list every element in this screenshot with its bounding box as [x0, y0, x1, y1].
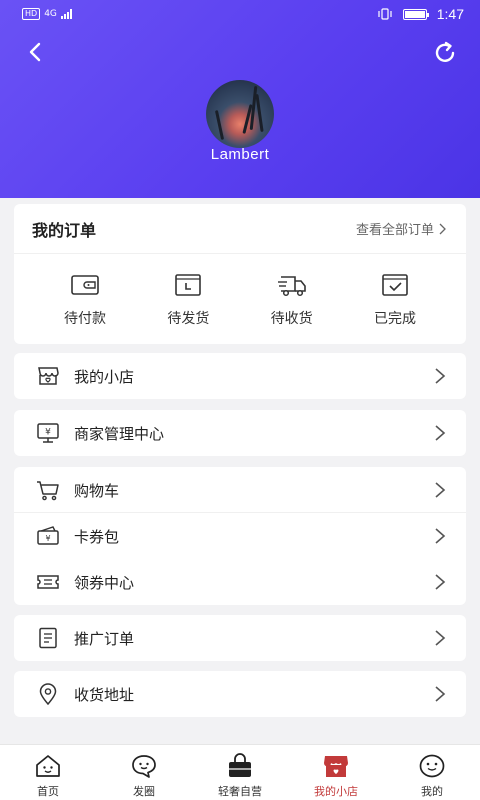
status-time: 1:47 [436, 6, 464, 22]
order-pending-shipment[interactable]: 待发货 [143, 272, 233, 328]
card-wallet-icon: ¥ [36, 525, 60, 547]
orders-title: 我的订单 [32, 220, 97, 240]
menu-item-cart[interactable]: 购物车 [14, 467, 466, 513]
chevron-right-icon [435, 686, 446, 702]
orders-card: 我的订单 查看全部订单 待付款 待发货 待收货 已完成 [14, 204, 466, 344]
menu-item-label: 购物车 [74, 481, 120, 500]
menu-item-label: 收货地址 [74, 685, 135, 704]
menu-item-label: 卡券包 [74, 527, 120, 546]
order-item-label: 待收货 [270, 311, 313, 327]
chevron-right-icon [435, 482, 446, 498]
tab-home[interactable]: 首页 [0, 745, 96, 800]
menu-item-label: 商家管理中心 [74, 424, 165, 443]
document-icon [36, 627, 60, 649]
store-icon [324, 756, 348, 777]
clock-box-icon [175, 274, 202, 296]
order-pending-receipt[interactable]: 待收货 [247, 272, 337, 328]
chevron-right-icon [435, 368, 446, 384]
tab-mine[interactable]: 我的 [384, 745, 480, 800]
status-right: 1:47 [377, 6, 464, 22]
order-status-row: 待付款 待发货 待收货 已完成 [14, 254, 466, 328]
orders-header: 我的订单 查看全部订单 [14, 204, 466, 254]
coupon-icon [36, 571, 60, 593]
svg-text:¥: ¥ [45, 534, 50, 543]
menu-item-coupon-center[interactable]: 领券中心 [14, 559, 466, 605]
menu-item-label: 领券中心 [74, 573, 135, 592]
tab-label: 首页 [37, 785, 59, 798]
vibrate-icon [378, 8, 392, 20]
menu-item-my-shop[interactable]: 我的小店 [14, 353, 466, 399]
view-all-orders-link[interactable]: 查看全部订单 [356, 219, 446, 238]
chevron-right-icon [435, 425, 446, 441]
refresh-button[interactable] [432, 40, 458, 66]
profile-header: HD 4G 1:47 Lambert [0, 0, 480, 198]
menu-group-address: 收货地址 [14, 671, 466, 717]
bottom-tab-bar: 首页 发圈 轻奢自营 我的小店 我的 [0, 744, 480, 800]
tab-label: 我的小店 [314, 785, 358, 798]
tab-label: 发圈 [133, 785, 155, 798]
tab-moments[interactable]: 发圈 [96, 745, 192, 800]
avatar[interactable] [206, 80, 274, 148]
order-item-label: 待付款 [64, 311, 106, 327]
menu-group-wallet: 购物车 ¥ 卡券包 领券中心 [14, 467, 466, 605]
signal-icon [60, 9, 72, 19]
menu-group-shop: 我的小店 [14, 353, 466, 399]
battery-icon [402, 8, 429, 20]
menu-item-label: 推广订单 [74, 629, 135, 648]
menu-group-merchant: ¥ 商家管理中心 [14, 410, 466, 456]
back-button[interactable] [24, 40, 48, 64]
monitor-yen-icon: ¥ [36, 422, 60, 444]
chevron-right-icon [435, 630, 446, 646]
check-box-icon [382, 274, 408, 296]
smiley-icon [419, 754, 445, 778]
chevron-right-icon [435, 574, 446, 590]
menu-item-label: 我的小店 [74, 367, 135, 386]
order-item-label: 已完成 [373, 311, 416, 327]
location-pin-icon [36, 683, 60, 705]
chevron-right-icon [439, 223, 446, 234]
svg-text:¥: ¥ [45, 428, 51, 438]
status-bar: HD 4G 1:47 [0, 0, 480, 28]
menu-item-card-wallet[interactable]: ¥ 卡券包 [14, 513, 466, 559]
order-completed[interactable]: 已完成 [350, 272, 440, 328]
chat-bubble-icon [132, 755, 156, 778]
tab-label: 我的 [421, 785, 443, 798]
chevron-right-icon [435, 528, 446, 544]
truck-icon [277, 276, 306, 297]
cart-icon [36, 479, 60, 501]
view-all-orders-label: 查看全部订单 [355, 223, 434, 238]
shop-icon [36, 365, 60, 387]
status-left: HD 4G [22, 8, 72, 20]
menu-item-merchant-center[interactable]: ¥ 商家管理中心 [14, 410, 466, 456]
home-icon [36, 755, 60, 777]
menu-group-promotion: 推广订单 [14, 615, 466, 661]
hd-badge: HD [22, 8, 41, 20]
menu-item-promotion-orders[interactable]: 推广订单 [14, 615, 466, 661]
tab-luxury[interactable]: 轻奢自营 [192, 745, 288, 800]
order-item-label: 待发货 [167, 311, 210, 327]
tab-my-shop[interactable]: 我的小店 [288, 745, 384, 800]
order-pending-payment[interactable]: 待付款 [40, 272, 130, 328]
username: Lambert [210, 146, 270, 163]
menu-item-shipping-address[interactable]: 收货地址 [14, 671, 466, 717]
bag-icon [229, 753, 251, 777]
wallet-icon [71, 275, 99, 295]
network-label: 4G [44, 9, 57, 19]
tab-label: 轻奢自营 [218, 785, 262, 798]
